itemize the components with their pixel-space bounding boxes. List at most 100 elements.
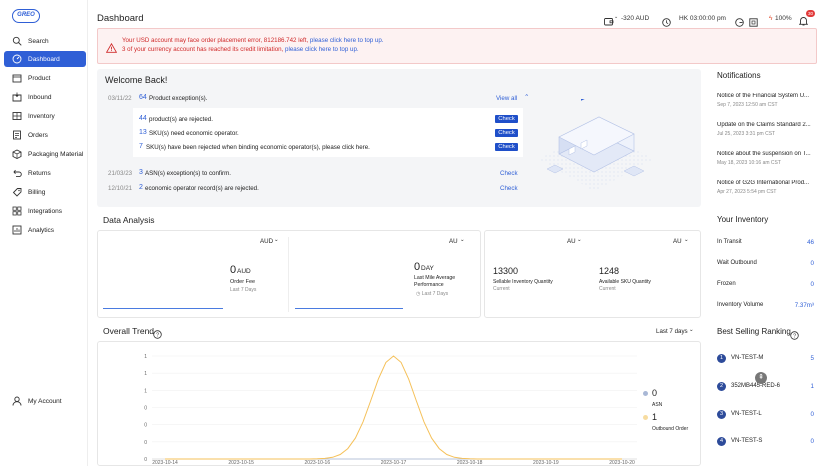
help-icon[interactable]: ? [153,326,162,339]
currency-select[interactable]: AU [673,238,682,245]
notification-title[interactable]: Notice about the suspension on T... [717,151,812,157]
balance-text[interactable]: -320 AUD [621,15,649,22]
sidebar-item-orders[interactable]: Orders [4,127,86,143]
check-button[interactable]: Check [495,115,518,123]
sidebar-item-label: Packaging Material [28,150,84,158]
sidebar-item-product[interactable]: Product [4,70,86,86]
y-tick-label: 0 [144,440,147,446]
row-count[interactable]: 7 [139,143,143,150]
sidebar-item-label: Product [28,74,51,82]
top-up-link[interactable]: please click here to top up. [285,46,359,53]
legend-value: 1 [652,412,658,422]
row-count[interactable]: 2 [139,184,143,191]
check-button[interactable]: Check [495,143,518,151]
currency-select[interactable]: AU [449,238,458,245]
check-link[interactable]: Check [500,185,518,192]
notification-title[interactable]: Notice of the Financial System U... [717,93,812,99]
timezone-text[interactable]: HK 03:00:00 pm [679,15,726,22]
rank-badge: 3 [717,410,726,419]
sidebar-item-label: Returns [28,169,51,177]
app-logo[interactable]: GREO [12,9,40,23]
fullscreen-icon[interactable] [749,14,758,27]
chevron-down-icon[interactable]: ⌄ [614,14,618,20]
inventory-title: Your Inventory [717,215,769,224]
sidebar-item-label: Integrations [28,207,62,215]
inventory-value[interactable]: 46 [774,239,814,246]
x-tick-label: 2023-10-16 [305,460,331,466]
rank-sku[interactable]: 352MB445-RED-6 [731,383,780,389]
currency-select[interactable]: AUD [260,238,273,245]
view-all-link[interactable]: View all [496,95,517,102]
metric-period: Last 7 Days [421,291,449,297]
sidebar-item-label: Billing [28,188,46,196]
page-title: Dashboard [97,13,144,24]
sidebar-item-inbound[interactable]: Inbound [4,89,86,105]
welcome-panel: Welcome Back! 03/11/22 64 Product except… [97,69,701,207]
rank-sku[interactable]: VN-TEST-M [731,355,763,361]
zoom-level[interactable]: 100% [775,15,792,22]
chevron-down-icon[interactable]: ⌄ [577,237,582,243]
rank-value: 0 [810,438,814,445]
sidebar-item-billing[interactable]: Billing [4,184,86,200]
chevron-down-icon[interactable]: ⌄ [684,237,689,243]
help-icon[interactable]: ? [790,327,799,340]
metric-value: 0 [414,261,421,273]
user-icon [12,396,22,406]
metric-unit: DAY [421,265,434,272]
chevron-down-icon[interactable]: ⌄ [460,237,465,243]
sidebar-item-packaging-material[interactable]: Packaging Material [4,146,86,162]
metric-value: 13300 [493,266,519,276]
welcome-title: Welcome Back! [105,75,168,85]
alert-line-2: 3 of your currency account has reached i… [122,46,359,53]
inventory-value[interactable]: 0 [774,281,814,288]
chevron-down-icon[interactable]: ⌄ [689,327,694,333]
x-tick-label: 2023-10-15 [228,460,254,466]
sidebar-item-label: Analytics [28,226,55,234]
metric-label: Order Fee [230,279,256,285]
row-date: 12/10/21 [108,185,133,192]
x-tick-label: 2023-10-17 [381,460,407,466]
rank-sku[interactable]: VN-TEST-S [731,438,762,444]
trend-chart: 0 0 0 0 1 1 1 2023-10-14 2023-10-15 2023-10-16 202… [144,354,637,466]
inventory-value[interactable]: 7.37m³ [774,302,814,309]
metric-value: 1248 [599,266,620,276]
notification-title[interactable]: Notice of G2G International Prod... [717,180,812,186]
check-link[interactable]: Check [500,170,518,177]
row-count[interactable]: 13 [139,129,147,136]
currency-select[interactable]: AU [567,238,576,245]
clock-icon [662,14,671,27]
sidebar-item-returns[interactable]: Returns [4,165,86,181]
metric-label: Available SKU Quantity [599,279,651,285]
orders-icon [12,130,22,140]
chevron-down-icon[interactable]: ⌄ [274,237,279,243]
search-icon [12,36,22,46]
rank-sku[interactable]: VN-TEST-L [731,411,762,417]
wallet-icon[interactable] [604,13,614,26]
sidebar-item-integrations[interactable]: Integrations [4,203,86,219]
row-text: Product exception(s). [149,95,208,102]
row-count[interactable]: 44 [139,115,147,122]
inventory-label: In Transit [717,239,742,245]
notification-badge: 30 [806,10,815,17]
top-up-link[interactable]: please click here to top up. [310,37,384,44]
inventory-value[interactable]: 0 [774,260,814,267]
alert-text: Your USD account may face order placemen… [122,37,310,44]
check-button[interactable]: Check [495,129,518,137]
row-count[interactable]: 3 [139,169,143,176]
sidebar-item-dashboard[interactable]: Dashboard [4,51,86,67]
clock-icon: ◷ [416,291,421,297]
date-range-select[interactable]: Last 7 days [656,328,688,335]
sidebar-item-analytics[interactable]: Analytics [4,222,86,238]
data-analysis-title: Data Analysis [103,215,155,225]
row-count[interactable]: 64 [139,94,147,101]
scroll-to-top-icon[interactable]: ⇞ [755,372,767,384]
sidebar-item-my-account[interactable]: My Account [4,393,86,409]
row-date: 03/11/22 [108,95,132,102]
grab-icon[interactable] [735,14,744,27]
inventory-label: Frozen [717,281,736,287]
sidebar-item-inventory[interactable]: Inventory [4,108,86,124]
sidebar-item-search[interactable]: Search [4,33,86,49]
notification-title[interactable]: Update on the Claims Standard 2... [717,122,812,128]
metric-unit: AUD [237,268,251,275]
warning-icon [105,40,118,53]
